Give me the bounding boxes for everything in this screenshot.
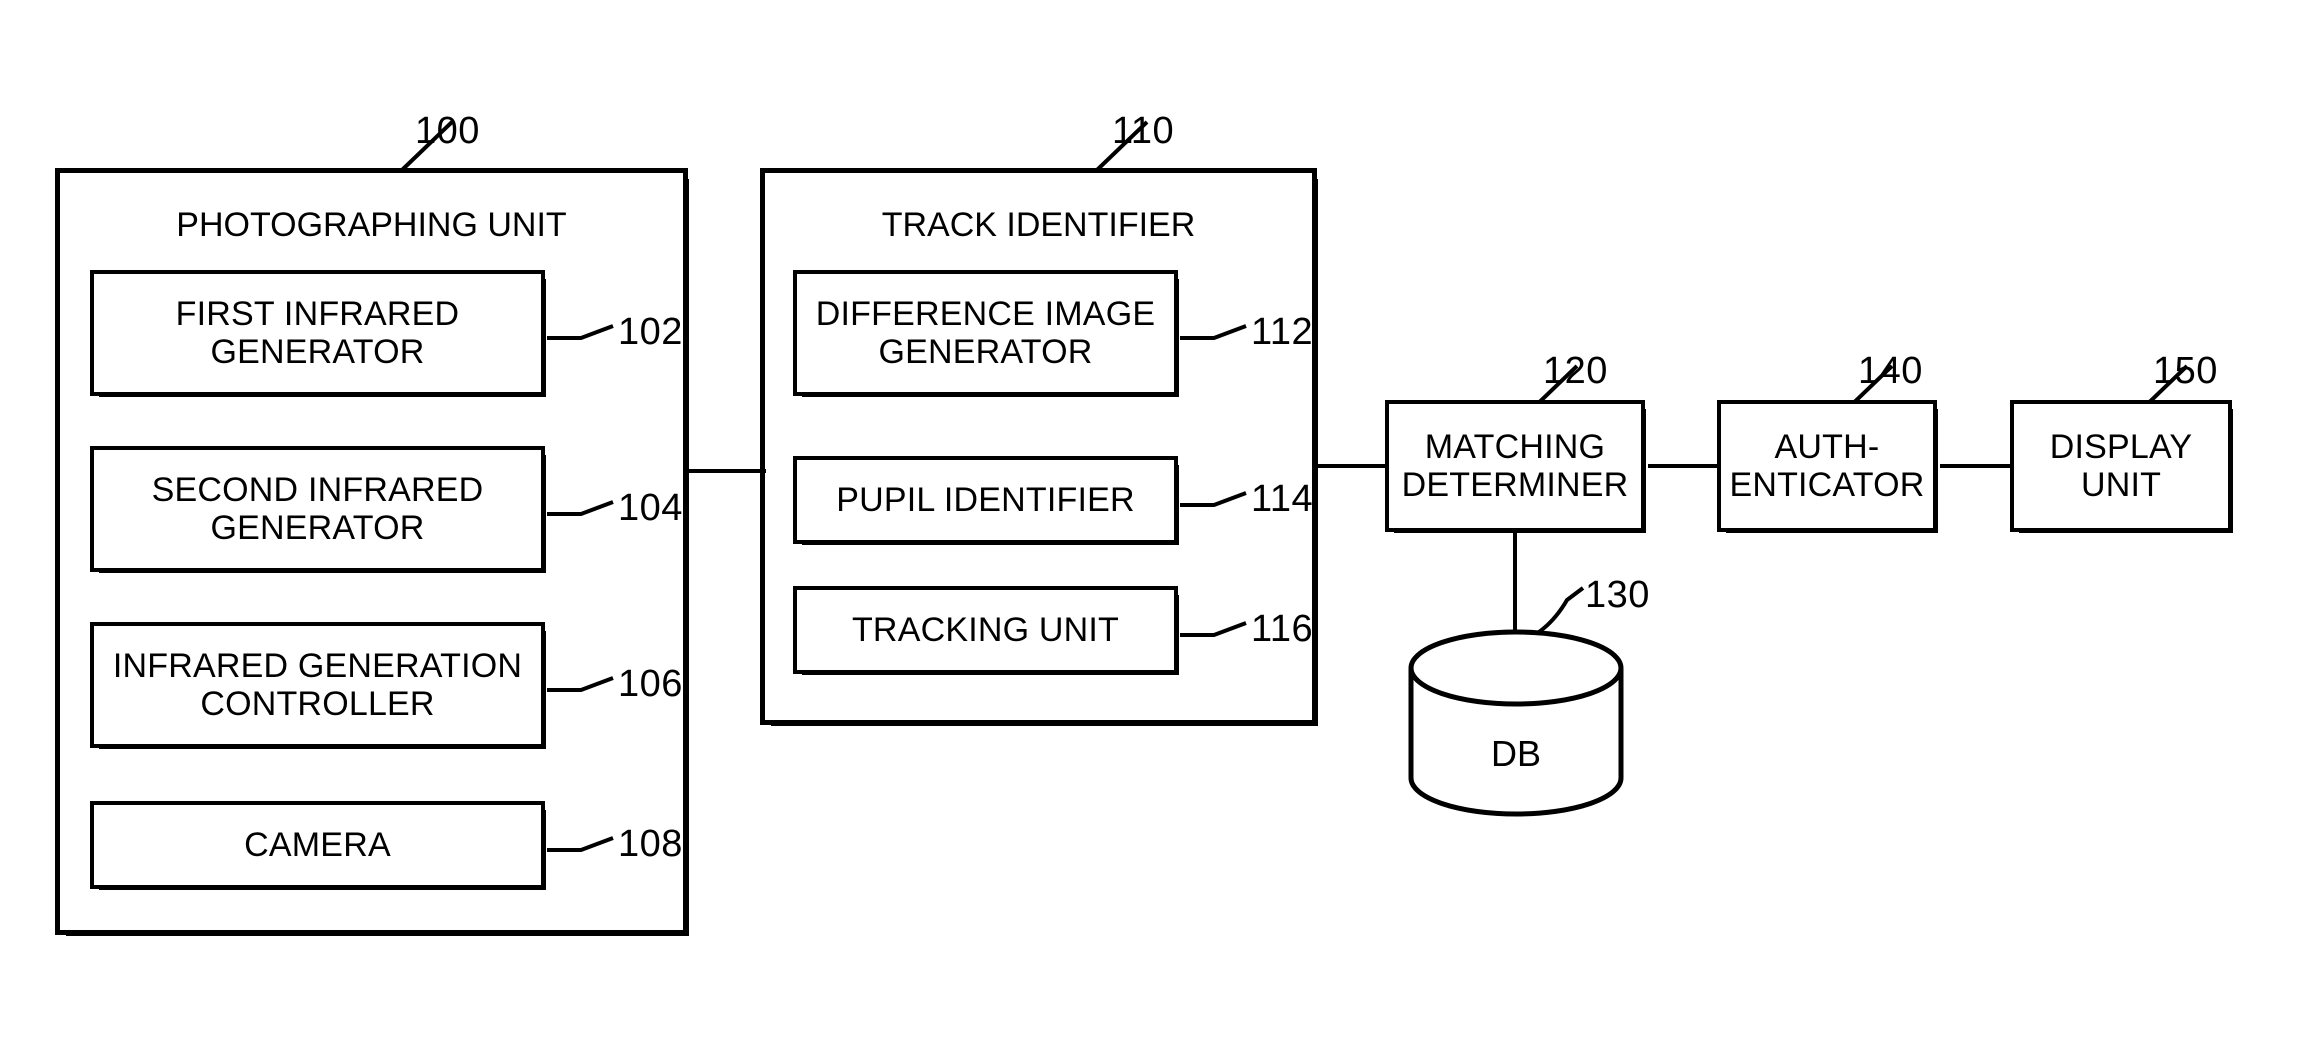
matching-determiner-block[interactable]: MATCHING DETERMINER [1385, 400, 1646, 533]
ref-102: 102 [618, 311, 683, 353]
tracking-unit-block[interactable]: TRACKING UNIT [793, 586, 1179, 675]
matching-determiner-label: MATCHING DETERMINER [1401, 427, 1629, 504]
authenticator-block[interactable]: AUTH- ENTICATOR [1717, 400, 1938, 533]
display-unit-block[interactable]: DISPLAY UNIT [2010, 400, 2233, 533]
ref-116: 116 [1251, 608, 1314, 650]
connector-matching-to-authenticator [1648, 464, 1720, 468]
ref-110: 110 [1112, 110, 1175, 152]
ref-112: 112 [1251, 311, 1314, 353]
difference-image-generator-label: DIFFERENCE IMAGE GENERATOR [815, 294, 1156, 371]
pupil-identifier-label: PUPIL IDENTIFIER [836, 480, 1135, 519]
ref-108: 108 [618, 823, 683, 865]
first-infrared-generator-label: FIRST INFRARED GENERATOR [175, 294, 460, 371]
authenticator-label: AUTH- ENTICATOR [1729, 427, 1925, 504]
photographing-unit-title: PHOTOGRAPHING UNIT [176, 206, 567, 244]
second-infrared-generator-block[interactable]: SECOND INFRARED GENERATOR [90, 446, 546, 573]
figure-canvas: 100 PHOTOGRAPHING UNIT FIRST INFRARED GE… [0, 0, 2297, 1044]
db-cylinder[interactable]: DB [1405, 628, 1627, 818]
first-infrared-generator-block[interactable]: FIRST INFRARED GENERATOR [90, 270, 546, 397]
pupil-identifier-block[interactable]: PUPIL IDENTIFIER [793, 456, 1179, 545]
ref-104: 104 [618, 487, 683, 529]
infrared-generation-controller-block[interactable]: INFRARED GENERATION CONTROLLER [90, 622, 546, 749]
tracking-unit-label: TRACKING UNIT [851, 610, 1120, 649]
connector-authenticator-to-display [1940, 464, 2012, 468]
ref-106: 106 [618, 663, 683, 705]
connector-track-to-matching [1317, 464, 1389, 468]
ref-120: 120 [1543, 350, 1608, 392]
display-unit-label: DISPLAY UNIT [2049, 427, 2193, 504]
second-infrared-generator-label: SECOND INFRARED GENERATOR [151, 470, 484, 547]
ref-114: 114 [1251, 478, 1314, 520]
camera-block[interactable]: CAMERA [90, 801, 546, 890]
difference-image-generator-block[interactable]: DIFFERENCE IMAGE GENERATOR [793, 270, 1179, 397]
ref-130: 130 [1585, 574, 1650, 616]
db-label: DB [1490, 733, 1541, 774]
camera-label: CAMERA [244, 825, 391, 864]
connector-matching-to-db [1513, 532, 1517, 637]
connector-photographing-to-track [688, 469, 766, 473]
ref-140: 140 [1858, 350, 1923, 392]
ref-100: 100 [415, 110, 480, 152]
track-identifier-title: TRACK IDENTIFIER [881, 206, 1196, 244]
infrared-generation-controller-label: INFRARED GENERATION CONTROLLER [112, 646, 523, 723]
ref-150: 150 [2153, 350, 2218, 392]
